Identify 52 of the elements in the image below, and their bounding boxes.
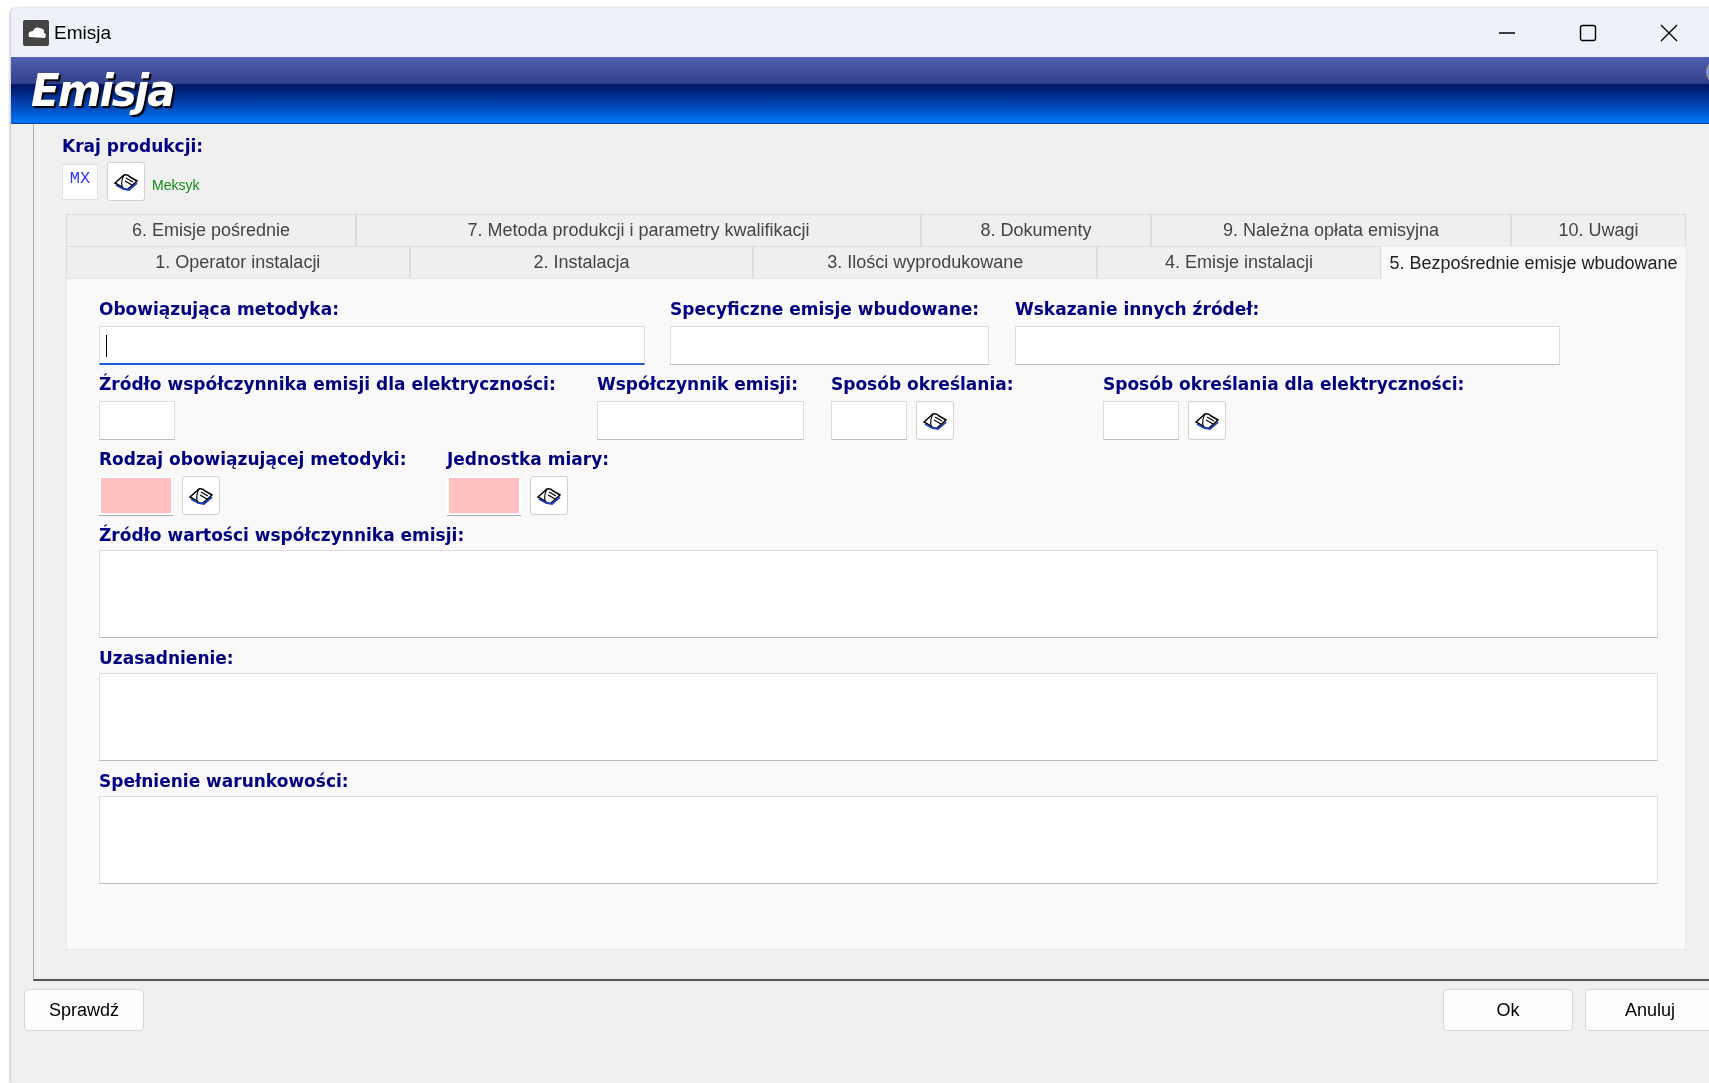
window-title: Emisja [54,21,111,44]
field-label: Obowiązująca metodyka: [99,299,339,321]
field-label: Sposób określania dla elektryczności: [1103,374,1465,396]
app-icon [23,19,49,46]
lookup-button[interactable] [530,476,568,515]
book-icon [188,485,214,506]
input-field[interactable] [670,326,989,365]
field-label: Specyficzne emisje wbudowane: [670,299,980,321]
field-label: Spełnienie warunkowości: [99,771,349,791]
field-label: Źródło współczynnika emisji dla elektryczności: [99,374,556,396]
input-field[interactable] [831,401,907,440]
input-field[interactable] [597,401,804,440]
tab[interactable]: 9. Należna opłata emisyjna [1151,214,1511,246]
tab[interactable]: 3. Ilości wyprodukowane [753,246,1098,278]
memo-field[interactable] [99,796,1658,884]
lookup-button[interactable] [182,476,220,515]
memo-field[interactable] [99,550,1658,638]
tab[interactable]: 10. Uwagi [1511,214,1686,246]
input-field[interactable] [99,401,175,440]
lookup-button[interactable] [916,401,954,440]
lookup-button[interactable] [1188,401,1226,440]
field-label: Uzasadnienie: [99,648,234,668]
tab[interactable]: 6. Emisje pośrednie [66,214,356,246]
tab[interactable]: 1. Operator instalacji [66,246,410,278]
tab[interactable]: 7. Metoda produkcji i parametry kwalifikacji [356,214,921,246]
cancel-button[interactable]: Anuluj [1585,989,1709,1031]
tab[interactable]: 8. Dokumenty [921,214,1151,246]
country-code-field[interactable]: MX [62,163,98,200]
banner-title: Emisja [31,64,174,116]
book-icon [922,410,948,431]
input-field[interactable] [1015,326,1560,365]
tab[interactable]: 4. Emisje instalacji [1097,246,1381,278]
field-label: Jednostka miary: [447,449,610,471]
book-icon [113,171,139,192]
field-label: Rodzaj obowiązującej metodyki: [99,449,407,471]
text-caret [106,335,107,357]
field-label: Źródło wartości współczynnika emisji: [99,525,465,545]
field-label: Współczynnik emisji: [597,374,798,396]
field-label: Wskazanie innych źródeł: [1015,299,1260,321]
memo-field[interactable] [99,673,1658,761]
check-button[interactable]: Sprawdź [24,989,144,1031]
book-icon [1194,410,1220,431]
ok-button[interactable]: Ok [1443,989,1573,1031]
lookup-button[interactable] [107,162,145,201]
field-label: Sposób określania: [831,374,1014,396]
tab[interactable]: 5. Bezpośrednie emisje wbudowane [1381,246,1686,280]
field-label: Kraj produkcji: [62,136,205,156]
tab[interactable]: 2. Instalacja [409,246,754,278]
input-field[interactable] [1103,401,1179,440]
book-icon [536,485,562,506]
input-field[interactable] [99,326,645,365]
country-name: Meksyk [152,176,200,193]
